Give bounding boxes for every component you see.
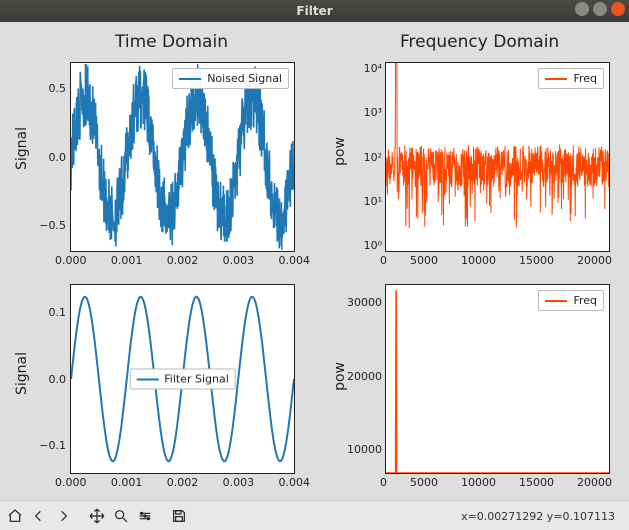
axes-freq-noised: Freq	[385, 62, 610, 252]
xticks-freq-top: 0 5000 10000 15000 20000	[380, 254, 612, 267]
legend-swatch-icon	[179, 78, 201, 80]
yticks-freq-top: 10⁰ 10¹ 10² 10³ 10⁴	[352, 62, 382, 252]
legend-label: Noised Signal	[207, 72, 282, 85]
back-icon[interactable]	[28, 505, 50, 527]
column-title-right: Frequency Domain	[400, 32, 559, 52]
figure-canvas[interactable]: Time Domain Frequency Domain Signal Nois…	[0, 22, 629, 500]
ylabel-signal-top: Signal	[14, 127, 30, 170]
legend-label: Freq	[573, 294, 597, 307]
window-title: Filter	[0, 4, 629, 18]
close-icon[interactable]	[611, 2, 625, 16]
yticks-freq-bot: 10000 20000 30000	[344, 296, 382, 456]
window-controls	[575, 2, 625, 16]
forward-icon[interactable]	[52, 505, 74, 527]
legend-swatch-icon	[545, 78, 567, 80]
window-titlebar: Filter	[0, 0, 629, 22]
save-icon[interactable]	[168, 505, 190, 527]
axes-noised-signal: Noised Signal	[70, 62, 295, 252]
ylabel-pow-top: pow	[332, 137, 348, 166]
legend-filter: Filter Signal	[129, 369, 236, 390]
zoom-icon[interactable]	[110, 505, 132, 527]
xticks-filter: 0.000 0.001 0.002 0.003 0.004	[55, 476, 310, 489]
pan-icon[interactable]	[86, 505, 108, 527]
yticks-filter: −0.1 0.0 0.1	[34, 284, 66, 474]
legend-label: Freq	[573, 72, 597, 85]
axes-filter-signal: Filter Signal	[70, 284, 295, 474]
minimize-icon[interactable]	[575, 2, 589, 16]
legend-freq-top: Freq	[538, 68, 604, 89]
legend-noised: Noised Signal	[172, 68, 289, 89]
legend-label: Filter Signal	[164, 373, 229, 386]
maximize-icon[interactable]	[593, 2, 607, 16]
xticks-noised: 0.000 0.001 0.002 0.003 0.004	[55, 254, 310, 267]
ylabel-signal-bot: Signal	[14, 352, 30, 395]
column-title-left: Time Domain	[115, 32, 228, 52]
cursor-coordinates: x=0.00271292 y=0.107113	[461, 510, 615, 523]
axes-freq-filter: Freq	[385, 284, 610, 474]
legend-freq-bot: Freq	[538, 290, 604, 311]
matplotlib-toolbar: x=0.00271292 y=0.107113	[0, 500, 629, 530]
legend-swatch-icon	[136, 378, 158, 380]
yticks-noised: −0.5 0.0 0.5	[34, 62, 66, 252]
xticks-freq-bot: 0 5000 10000 15000 20000	[380, 476, 612, 489]
legend-swatch-icon	[545, 300, 567, 302]
home-icon[interactable]	[4, 505, 26, 527]
subplots-icon[interactable]	[134, 505, 156, 527]
